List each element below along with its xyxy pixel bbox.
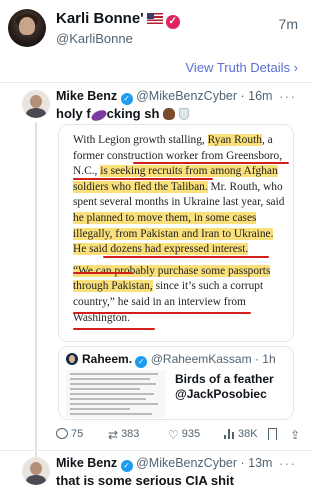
quoted-author-name[interactable]: Mike Benz xyxy=(56,89,117,103)
quoted-author-avatar[interactable] xyxy=(22,90,50,118)
embed-author-avatar xyxy=(66,353,78,365)
quoted-post-text: holy f cking sh xyxy=(56,106,189,123)
post-time: 7m xyxy=(278,16,298,32)
verified-check-icon: ✓ xyxy=(120,460,133,472)
heart-icon: ♡ xyxy=(168,428,179,442)
share-button[interactable]: ⇪ xyxy=(290,428,303,442)
thumb-text-line xyxy=(70,378,150,380)
thumb-text-line xyxy=(70,398,146,400)
action-bar: 75 ⇄ 383 ♡ 935 38K ⇪ xyxy=(56,426,302,446)
reply-post-header: Mike Benz ✓ @MikeBenzCyber · 13m xyxy=(56,456,272,472)
reply-author-avatar[interactable] xyxy=(22,457,50,485)
embed-header: Raheem. ✓ @RaheemKassam · 1h xyxy=(82,352,276,368)
red-underline xyxy=(73,312,251,314)
views-button[interactable]: 38K xyxy=(224,428,258,440)
verified-badge-icon: ✓ xyxy=(165,15,180,29)
red-underline xyxy=(73,272,133,274)
time-separator: · xyxy=(251,352,263,366)
thumb-text-line xyxy=(70,413,152,415)
post-header: Karli Bonne' ✓ @KarliBonne 7m xyxy=(0,0,312,56)
thumb-text-line xyxy=(70,403,158,405)
toilet-emoji-icon xyxy=(178,108,189,120)
verified-check-icon: ✓ xyxy=(135,356,148,368)
highlighted-text: he planned to move them, in some cases i… xyxy=(73,211,274,256)
quoted-author-handle[interactable]: @MikeBenzCyber xyxy=(136,89,237,103)
highlighted-text: “We can probably purchase some passports… xyxy=(73,264,271,293)
author-avatar[interactable] xyxy=(8,9,46,47)
avatar-face xyxy=(19,17,35,35)
reply-post-time: 13m xyxy=(248,456,273,470)
views-icon xyxy=(224,429,235,439)
thumb-text-line xyxy=(70,388,140,390)
embed-post-time: 1h xyxy=(262,352,276,366)
article-paragraph-1: With Legion growth stalling, Ryan Routh,… xyxy=(73,134,285,256)
reply-author-handle[interactable]: @MikeBenzCyber xyxy=(136,456,237,470)
reply-icon xyxy=(56,428,68,439)
embed-caption-line-1: Birds of a feather xyxy=(175,372,274,386)
poop-emoji-icon xyxy=(163,108,176,120)
bookmark-icon xyxy=(268,428,277,440)
embed-caption-line-2: @JackPosobiec xyxy=(175,387,267,401)
embed-author-handle: @RaheemKassam xyxy=(150,352,252,366)
like-button[interactable]: ♡ 935 xyxy=(168,428,200,442)
author-name[interactable]: Karli Bonne' ✓ xyxy=(56,10,180,29)
reply-author-name[interactable]: Mike Benz xyxy=(56,456,117,470)
red-underline xyxy=(133,162,289,164)
bookmark-button[interactable] xyxy=(268,428,280,441)
divider xyxy=(0,450,312,451)
embed-author-name: Raheem. xyxy=(82,352,133,366)
thread-line xyxy=(35,122,37,458)
author-name-text: Karli Bonne' xyxy=(56,10,144,27)
author-handle[interactable]: @KarliBonne xyxy=(56,31,133,46)
repost-button[interactable]: ⇄ 383 xyxy=(108,428,139,442)
embed-article-thumbnail xyxy=(66,370,166,418)
time-separator: · xyxy=(237,456,249,470)
view-details-label: View Truth Details xyxy=(185,60,291,75)
repost-count: 383 xyxy=(121,428,140,440)
more-options-icon[interactable]: ··· xyxy=(279,88,296,104)
thumb-text-line xyxy=(70,373,158,375)
article-image[interactable]: With Legion growth stalling, Ryan Routh,… xyxy=(58,124,294,342)
eggplant-emoji-icon xyxy=(89,108,108,123)
more-options-icon[interactable]: ··· xyxy=(279,455,296,471)
embedded-post[interactable]: Raheem. ✓ @RaheemKassam · 1h Birds of a … xyxy=(58,346,294,420)
embed-caption: Birds of a feather @JackPosobiec xyxy=(175,372,274,402)
red-underline xyxy=(73,178,213,180)
quoted-post-time: 16m xyxy=(248,89,273,103)
red-underline xyxy=(103,256,269,258)
divider xyxy=(0,82,312,83)
view-truth-details-link[interactable]: View Truth Details › xyxy=(186,60,299,75)
us-flag-icon xyxy=(146,13,163,24)
like-count: 935 xyxy=(181,428,201,440)
text-start: holy f xyxy=(56,106,91,121)
repost-icon: ⇄ xyxy=(108,428,119,442)
reply-count: 75 xyxy=(71,428,84,440)
reply-button[interactable]: 75 xyxy=(56,428,83,440)
views-count: 38K xyxy=(238,428,258,440)
red-underline xyxy=(73,328,155,330)
chevron-right-icon: › xyxy=(293,60,298,75)
thumb-text-line xyxy=(70,408,130,410)
quoted-post-header: Mike Benz ✓ @MikeBenzCyber · 16m xyxy=(56,89,272,105)
verified-check-icon: ✓ xyxy=(120,93,133,105)
thumb-text-line xyxy=(70,393,154,395)
share-icon: ⇪ xyxy=(290,428,301,442)
reply-post-text: that is some serious CIA shit xyxy=(56,473,234,488)
highlighted-text: Ryan Routh xyxy=(207,134,262,146)
thumb-text-line xyxy=(70,383,156,385)
time-separator: · xyxy=(237,89,249,103)
text-mid: cking sh xyxy=(106,106,160,121)
